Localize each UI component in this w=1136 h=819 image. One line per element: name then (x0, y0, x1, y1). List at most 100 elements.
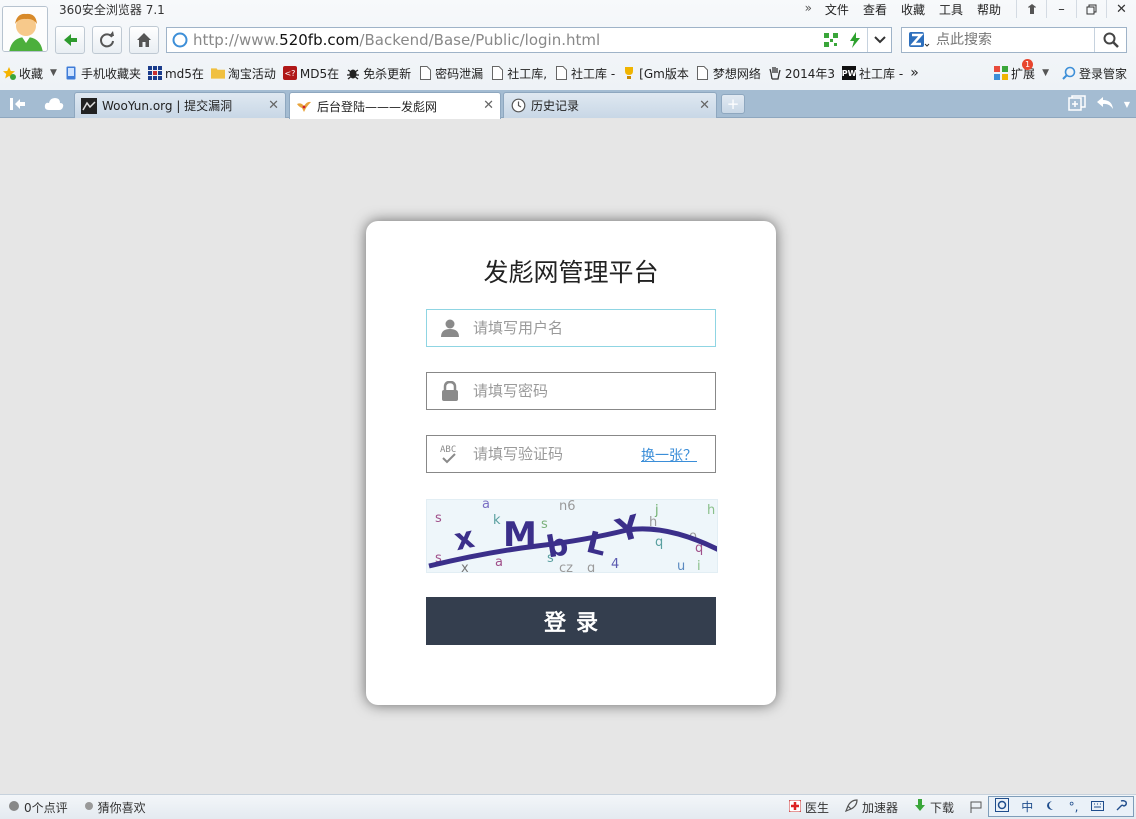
menu-favorites[interactable]: 收藏 (894, 1, 932, 18)
skin-icon[interactable] (1016, 0, 1046, 18)
search-icon[interactable] (1094, 28, 1126, 52)
bookmarks-bar: 收藏 ▼ 手机收藏夹 md5在 淘宝活动 <? MD5在 免杀更新 密码泄漏 社… (0, 58, 1136, 85)
login-manager-button[interactable]: 登录管家 (1060, 65, 1132, 82)
bookmark-md5-1[interactable]: md5在 (146, 65, 209, 82)
rocket-icon (844, 799, 858, 815)
tab-list-icon[interactable] (1068, 94, 1086, 114)
bird-favicon (296, 98, 312, 114)
captcha-input[interactable] (473, 445, 633, 463)
refresh-captcha-link[interactable]: 换一张？ (641, 445, 697, 465)
ime-logo-icon[interactable] (995, 798, 1010, 815)
close-window-icon[interactable]: ✕ (1106, 0, 1136, 18)
username-field (426, 309, 716, 347)
comments-status[interactable]: 0个点评 (0, 799, 76, 816)
folder-icon (210, 66, 225, 80)
lock-icon (427, 373, 473, 409)
bookmark-favorites[interactable]: 收藏 ▼ (0, 65, 62, 82)
new-tab-icon[interactable]: + (721, 94, 745, 114)
bookmark-dream[interactable]: 梦想网络 (694, 65, 766, 82)
speed-mode-icon[interactable] (843, 32, 867, 48)
svg-text:a: a (482, 500, 490, 512)
tab-history[interactable]: 历史记录 ✕ (503, 92, 717, 118)
tab-close-icon[interactable]: ✕ (483, 98, 494, 113)
bookmark-sgk-3[interactable]: PW 社工库 - (840, 65, 908, 82)
tab-close-icon[interactable]: ✕ (699, 98, 710, 113)
tab-wooyun[interactable]: WooYun.org | 提交漏洞 ✕ (74, 92, 286, 118)
ime-punctuation-icon[interactable]: °, (1069, 800, 1079, 814)
ime-tools-icon[interactable] (1116, 799, 1127, 814)
restore-icon[interactable] (1076, 0, 1106, 18)
bookmark-2014[interactable]: 2014年3 (766, 65, 840, 82)
url-text[interactable]: http://www.520fb.com/Backend/Base/Public… (193, 31, 600, 49)
captcha-field: ABC 换一张？ (426, 435, 716, 473)
qrcode-icon[interactable] (819, 33, 843, 47)
ime-keyboard-icon[interactable] (1090, 800, 1104, 814)
undo-close-tab-icon[interactable] (1096, 96, 1114, 113)
svg-text:q: q (655, 535, 663, 550)
username-input[interactable] (473, 319, 643, 337)
ime-toolbar: 中 °, (988, 796, 1134, 817)
user-icon (427, 310, 473, 346)
bookmark-antivirus[interactable]: 免杀更新 (344, 65, 416, 82)
captcha-picture: s a k n6 j h h s x a s cz q 4 u q i q o … (427, 500, 717, 573)
wooyun-favicon (81, 97, 97, 114)
bookmark-sgk-1[interactable]: 社工库, (488, 65, 552, 82)
tab-menu-dropdown-icon[interactable]: ▼ (1124, 100, 1130, 109)
minimize-icon[interactable]: – (1046, 0, 1076, 18)
refresh-button[interactable] (92, 26, 122, 54)
search-engine-icon[interactable] (902, 28, 936, 52)
cloud-sync-icon[interactable] (36, 97, 72, 111)
tab-bar: WooYun.org | 提交漏洞 ✕ 后台登陆———发彪网 ✕ 历史记录 ✕ … (0, 90, 1136, 119)
bookmark-mobile-favorites[interactable]: 手机收藏夹 (62, 65, 146, 82)
bookmark-md5-2[interactable]: <? MD5在 (281, 65, 344, 82)
url-dropdown-icon[interactable] (867, 28, 891, 52)
tab-close-icon[interactable]: ✕ (268, 98, 279, 113)
ime-moon-icon[interactable] (1045, 800, 1056, 814)
bookmark-gm[interactable]: [Gm版本 (620, 65, 694, 82)
home-icon (137, 33, 151, 47)
grid-icon (147, 66, 162, 80)
favorites-dropdown-icon[interactable]: ▼ (50, 68, 57, 78)
bookmark-taobao[interactable]: 淘宝活动 (209, 65, 281, 82)
search-input[interactable] (936, 32, 1086, 48)
captcha-image[interactable]: s a k n6 j h h s x a s cz q 4 u q i q o … (426, 499, 718, 573)
menu-file[interactable]: 文件 (818, 1, 856, 18)
page-icon (418, 66, 432, 80)
menu-more-icon[interactable]: » (799, 1, 818, 18)
extensions-button[interactable]: 扩展 1 ▼ (992, 58, 1054, 82)
guess-you-like[interactable]: 猜你喜欢 (76, 799, 154, 816)
menu-tools[interactable]: 工具 (932, 1, 970, 18)
bookmark-sgk-2[interactable]: 社工库 - (552, 65, 620, 82)
status-bar: 0个点评 猜你喜欢 医生 加速器 下载 (0, 794, 1136, 819)
password-input[interactable] (473, 382, 643, 400)
tab-login[interactable]: 后台登陆———发彪网 ✕ (289, 92, 501, 119)
extensions-icon (994, 66, 1009, 80)
phone-icon (64, 66, 78, 80)
user-avatar[interactable] (2, 6, 48, 52)
address-bar[interactable]: http://www.520fb.com/Backend/Base/Public… (166, 27, 892, 53)
refresh-icon (100, 31, 114, 48)
menu-view[interactable]: 查看 (856, 1, 894, 18)
bookmarks-more-icon[interactable]: » (908, 65, 924, 81)
medical-cross-icon (788, 799, 802, 815)
page-icon (490, 66, 504, 80)
svg-text:h: h (707, 503, 715, 518)
sidebar-toggle-icon[interactable] (0, 97, 36, 111)
login-button[interactable]: 登录 (426, 597, 716, 645)
page-viewport: 发彪网管理平台 ABC 换一张？ s a (0, 119, 1136, 794)
flag-icon[interactable] (962, 801, 990, 813)
ime-language-toggle[interactable]: 中 (1021, 798, 1033, 815)
accelerator-button[interactable]: 加速器 (837, 799, 906, 816)
back-button[interactable] (55, 26, 85, 54)
download-button[interactable]: 下载 (906, 798, 962, 816)
star-add-icon (2, 66, 16, 80)
window-controls: – ✕ (1016, 0, 1136, 18)
page-security-icon (167, 28, 193, 52)
bookmark-password-leak[interactable]: 密码泄漏 (416, 65, 488, 82)
doctor-button[interactable]: 医生 (781, 799, 837, 816)
hand-icon (768, 66, 782, 80)
home-button[interactable] (129, 26, 159, 54)
extensions-dropdown-icon[interactable]: ▼ (1042, 68, 1049, 78)
menu-help[interactable]: 帮助 (970, 1, 1008, 18)
svg-text:x: x (461, 561, 469, 573)
